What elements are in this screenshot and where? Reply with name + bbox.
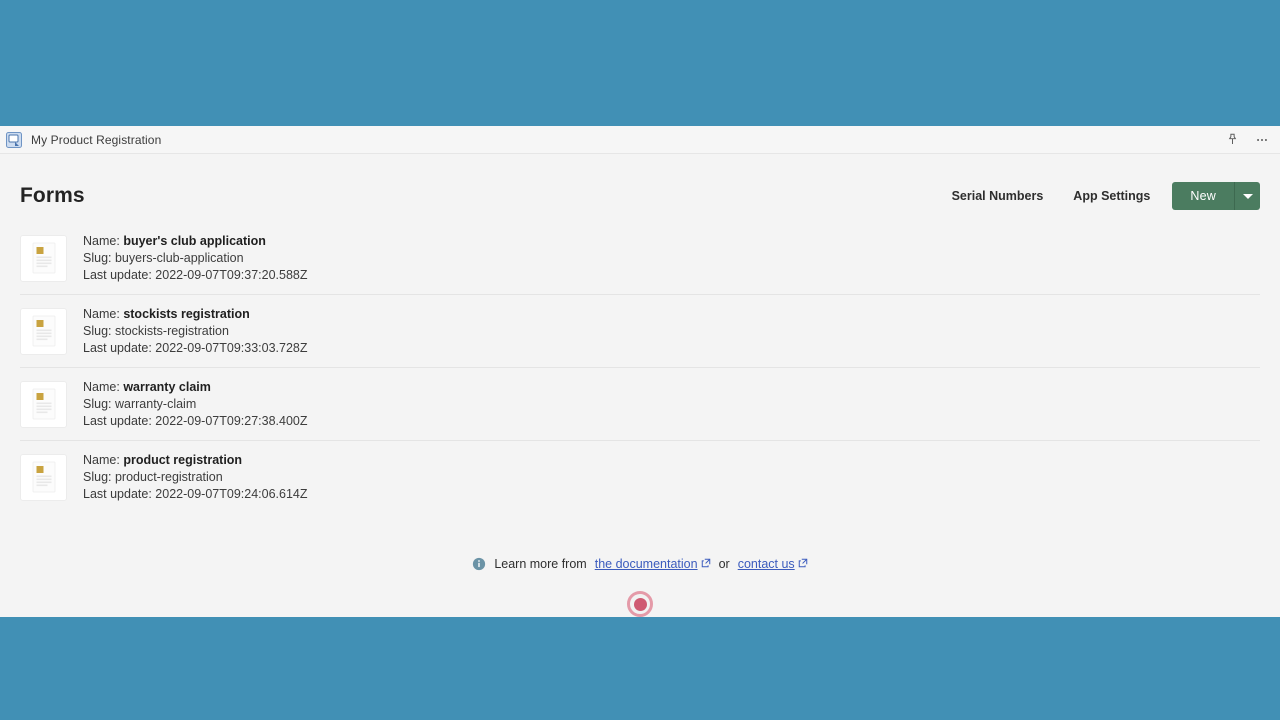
external-link-icon bbox=[701, 557, 711, 571]
form-slug: buyers-club-application bbox=[114, 251, 244, 265]
record-indicator-wrap bbox=[20, 591, 1260, 617]
name-label: Name: bbox=[83, 307, 120, 321]
table-row[interactable]: Name: buyer's club application Slug: buy… bbox=[20, 222, 1260, 295]
tab-item[interactable]: My Product Registration bbox=[6, 131, 1224, 148]
ellipsis-icon[interactable] bbox=[1254, 132, 1270, 148]
form-name-line: Name: stockists registration bbox=[83, 306, 308, 322]
last-update-label: Last update: bbox=[83, 341, 152, 355]
page-title: Forms bbox=[20, 184, 85, 207]
tab-bar-actions bbox=[1224, 132, 1270, 148]
form-slug: product-registration bbox=[114, 470, 223, 484]
slug-label: Slug: bbox=[83, 251, 112, 265]
last-update-label: Last update: bbox=[83, 268, 152, 282]
form-name-line: Name: product registration bbox=[83, 452, 308, 468]
form-name-line: Name: warranty claim bbox=[83, 379, 308, 395]
form-name: stockists registration bbox=[123, 307, 250, 321]
tab-bar: My Product Registration bbox=[0, 126, 1280, 154]
new-dropdown-button[interactable] bbox=[1234, 182, 1260, 210]
app-window-icon bbox=[6, 131, 22, 148]
form-last-update: 2022-09-07T09:27:38.400Z bbox=[155, 414, 308, 428]
form-slug-line: Slug: stockists-registration bbox=[83, 323, 308, 339]
name-label: Name: bbox=[83, 234, 120, 248]
footer-note: Learn more from the documentation or con… bbox=[20, 557, 1260, 571]
table-row[interactable]: Name: stockists registration Slug: stock… bbox=[20, 295, 1260, 368]
serial-numbers-link[interactable]: Serial Numbers bbox=[942, 183, 1054, 209]
tab-title: My Product Registration bbox=[31, 132, 162, 147]
table-row[interactable]: Name: product registration Slug: product… bbox=[20, 441, 1260, 513]
form-slug: warranty-claim bbox=[114, 397, 197, 411]
main-content: Forms Serial Numbers App Settings New Na… bbox=[0, 154, 1280, 617]
form-info: Name: stockists registration Slug: stock… bbox=[83, 306, 308, 356]
external-link-icon bbox=[798, 557, 808, 571]
forms-list: Name: buyer's club application Slug: buy… bbox=[20, 222, 1260, 513]
form-last-update: 2022-09-07T09:33:03.728Z bbox=[155, 341, 308, 355]
info-icon bbox=[472, 557, 486, 571]
form-name-line: Name: buyer's club application bbox=[83, 233, 308, 249]
name-label: Name: bbox=[83, 453, 120, 467]
form-info: Name: product registration Slug: product… bbox=[83, 452, 308, 502]
form-name: warranty claim bbox=[123, 380, 211, 394]
document-thumbnail-icon bbox=[20, 380, 67, 428]
form-last-update-line: Last update: 2022-09-07T09:24:06.614Z bbox=[83, 486, 308, 502]
document-thumbnail-icon bbox=[20, 307, 67, 355]
contact-link-wrap: contact us bbox=[738, 557, 808, 571]
new-button[interactable]: New bbox=[1172, 182, 1234, 210]
chevron-down-icon bbox=[1242, 193, 1253, 199]
documentation-link-wrap: the documentation bbox=[595, 557, 711, 571]
table-row[interactable]: Name: warranty claim Slug: warranty-clai… bbox=[20, 368, 1260, 441]
page-header: Forms Serial Numbers App Settings New bbox=[20, 154, 1260, 220]
form-last-update: 2022-09-07T09:37:20.588Z bbox=[155, 268, 308, 282]
form-name: product registration bbox=[123, 453, 243, 467]
last-update-label: Last update: bbox=[83, 487, 152, 501]
form-info: Name: buyer's club application Slug: buy… bbox=[83, 233, 308, 283]
form-last-update-line: Last update: 2022-09-07T09:27:38.400Z bbox=[83, 413, 308, 429]
document-thumbnail-icon bbox=[20, 453, 67, 501]
form-last-update-line: Last update: 2022-09-07T09:37:20.588Z bbox=[83, 267, 308, 283]
form-slug: stockists-registration bbox=[114, 324, 229, 338]
slug-label: Slug: bbox=[83, 324, 112, 338]
header-actions: Serial Numbers App Settings New bbox=[942, 182, 1260, 210]
form-last-update: 2022-09-07T09:24:06.614Z bbox=[155, 487, 308, 501]
last-update-label: Last update: bbox=[83, 414, 152, 428]
form-info: Name: warranty claim Slug: warranty-clai… bbox=[83, 379, 308, 429]
slug-label: Slug: bbox=[83, 397, 112, 411]
contact-us-link[interactable]: contact us bbox=[738, 557, 795, 571]
record-indicator-icon[interactable] bbox=[627, 591, 653, 617]
form-slug-line: Slug: buyers-club-application bbox=[83, 250, 308, 266]
record-indicator-inner bbox=[633, 597, 647, 611]
form-last-update-line: Last update: 2022-09-07T09:33:03.728Z bbox=[83, 340, 308, 356]
name-label: Name: bbox=[83, 380, 120, 394]
app-settings-link[interactable]: App Settings bbox=[1063, 183, 1160, 209]
form-slug-line: Slug: product-registration bbox=[83, 469, 308, 485]
new-button-group: New bbox=[1172, 182, 1260, 210]
pin-icon[interactable] bbox=[1224, 132, 1240, 148]
app-window: My Product Registration Forms Serial Num… bbox=[0, 126, 1280, 617]
document-thumbnail-icon bbox=[20, 234, 67, 282]
footer-text-before: Learn more from bbox=[494, 557, 587, 571]
documentation-link[interactable]: the documentation bbox=[595, 557, 698, 571]
footer-text-between: or bbox=[718, 557, 730, 571]
slug-label: Slug: bbox=[83, 470, 112, 484]
form-slug-line: Slug: warranty-claim bbox=[83, 396, 308, 412]
form-name: buyer's club application bbox=[123, 234, 266, 248]
